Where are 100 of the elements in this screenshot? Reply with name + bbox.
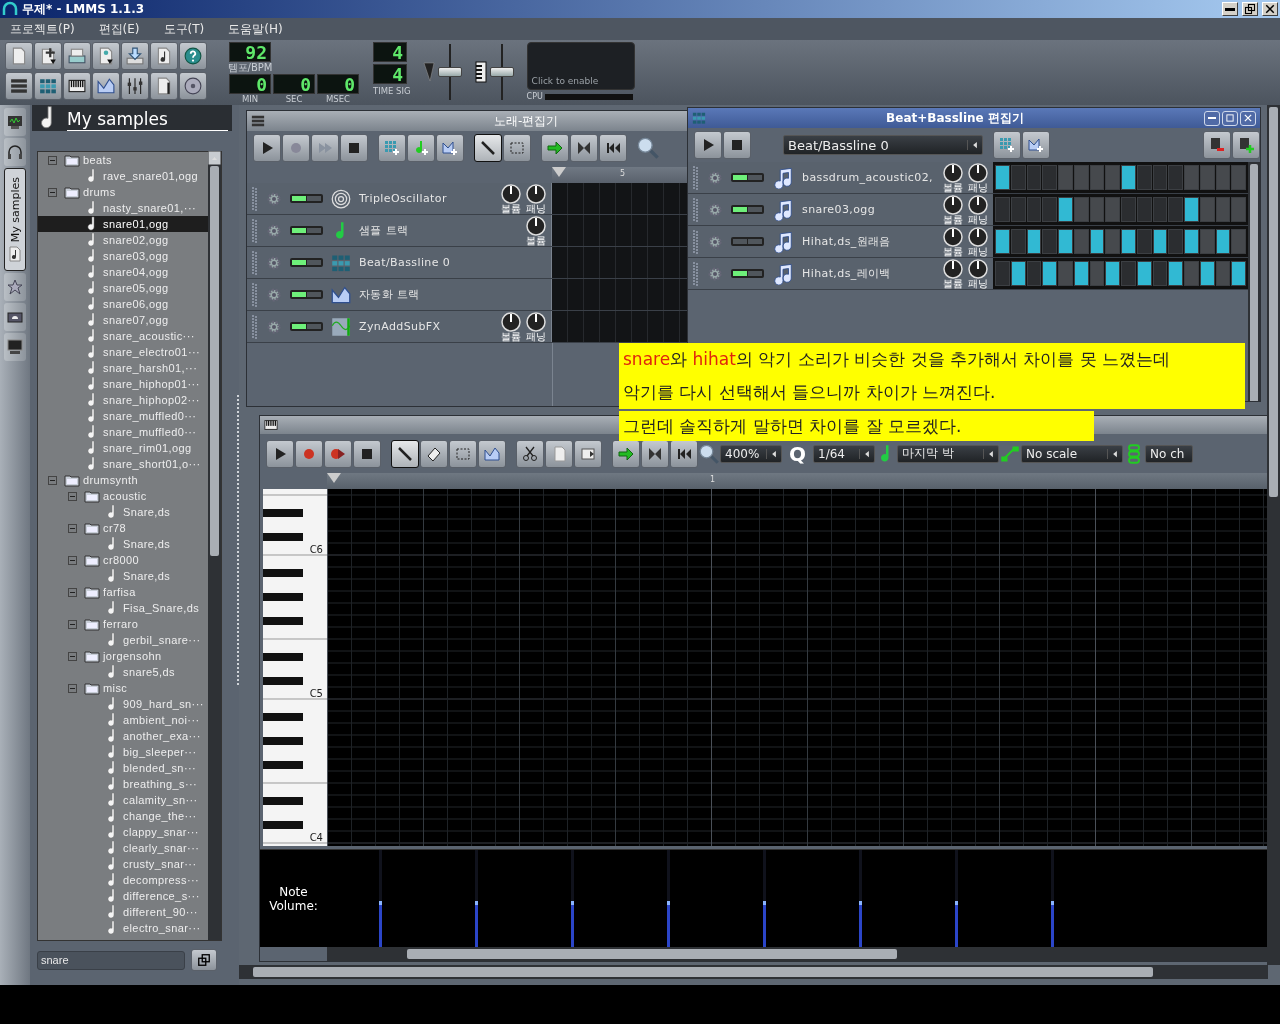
tree-item[interactable]: crusty_snar···: [38, 856, 208, 872]
tree-item[interactable]: snare5,ds: [38, 664, 208, 680]
knob-label: 볼륨: [943, 214, 963, 225]
tree-item[interactable]: beats: [38, 152, 208, 168]
tree-item[interactable]: snare_electro01···: [38, 344, 208, 360]
track-name[interactable]: Hihat,ds_원래음: [802, 234, 930, 249]
menu-item[interactable]: 도구(T): [163, 20, 205, 38]
knob-label: 패닝: [526, 203, 546, 214]
tree-item[interactable]: blended_sn···: [38, 760, 208, 776]
tree-item[interactable]: Fisa_Snare,ds: [38, 600, 208, 616]
note-volume-label: Note Volume:: [268, 884, 319, 913]
tree-item[interactable]: snare_acoustic···: [38, 328, 208, 344]
tree-item[interactable]: big_sleeper···: [38, 744, 208, 760]
knob-label: 패닝: [968, 214, 988, 225]
tree-item[interactable]: snare01,ogg: [38, 216, 208, 232]
tree-item[interactable]: snare_short01,o···: [38, 456, 208, 472]
tree-item[interactable]: cr8000: [38, 552, 208, 568]
quantize-label: Q: [788, 441, 807, 466]
tree-item[interactable]: ambient_noi···: [38, 712, 208, 728]
chord-dropdown[interactable]: No ch: [1145, 444, 1193, 463]
tree-item[interactable]: Snare,ds: [38, 536, 208, 552]
tree-item[interactable]: snare06,ogg: [38, 296, 208, 312]
knob-label: 패닝: [968, 246, 988, 257]
note-length-dropdown[interactable]: 마지막 박: [897, 444, 999, 463]
tree-item[interactable]: different_90···: [38, 904, 208, 920]
tree-item[interactable]: snare_muffled0···: [38, 424, 208, 440]
tree-item[interactable]: nasty_snare01,···: [38, 200, 208, 216]
menu-item[interactable]: 편집(E): [98, 20, 140, 38]
track-name[interactable]: 자동화 트랙: [359, 287, 420, 302]
tree-item[interactable]: snare_hiphop02···: [38, 392, 208, 408]
tree-item[interactable]: snare_hiphop01···: [38, 376, 208, 392]
tree-item[interactable]: rave_snare01,ogg: [38, 168, 208, 184]
tree-item[interactable]: snare05,ogg: [38, 280, 208, 296]
sidebar-title: My samples: [67, 108, 228, 131]
zoom-dropdown[interactable]: 400%: [720, 444, 782, 463]
tree-item[interactable]: snare_muffled0···: [38, 408, 208, 424]
tree-item[interactable]: difference_s···: [38, 888, 208, 904]
pattern-dropdown[interactable]: Beat/Bassline 0: [783, 135, 983, 155]
time-signature-display[interactable]: 4: [373, 64, 407, 84]
menu-item[interactable]: 도움말(H): [228, 20, 283, 38]
tree-item[interactable]: ferraro: [38, 616, 208, 632]
time-signature-display[interactable]: 4: [373, 42, 407, 62]
tree-item[interactable]: drums: [38, 184, 208, 200]
knob-label: 볼륨: [943, 246, 963, 257]
beat-editor-title: Beat+Bassline 편집기: [885, 109, 1025, 127]
tree-item[interactable]: calamity_sn···: [38, 792, 208, 808]
tree-item[interactable]: clappy_snar···: [38, 824, 208, 840]
track-name[interactable]: 샘플 트랙: [359, 223, 409, 238]
tree-item[interactable]: clearly_snar···: [38, 840, 208, 856]
time-signature-label: TIME SIG: [373, 86, 411, 96]
track-name[interactable]: snare03,ogg: [802, 203, 930, 216]
tree-item[interactable]: Snare,ds: [38, 504, 208, 520]
note-text: 그런데 솔직하게 말하면 차이를 잘 모르겠다.: [623, 415, 963, 438]
track-name[interactable]: TripleOscillator: [359, 192, 447, 205]
tree-item[interactable]: change_the···: [38, 808, 208, 824]
tree-item[interactable]: snare07,ogg: [38, 312, 208, 328]
sidebar-tab[interactable]: My samples: [4, 168, 26, 272]
time-label: MIN: [241, 94, 259, 104]
oscilloscope-panel[interactable]: Click to enable: [526, 42, 635, 90]
tree-item[interactable]: farfisa: [38, 584, 208, 600]
knob-label: 볼륨: [501, 331, 521, 342]
menu-item[interactable]: 프로젝트(P): [10, 20, 75, 38]
tempo-label: 템포/BPM: [227, 62, 273, 73]
time-display: 0: [273, 74, 315, 94]
search-field[interactable]: snare: [37, 950, 185, 970]
tree-item[interactable]: snare04,ogg: [38, 264, 208, 280]
key-label: C5: [309, 688, 323, 699]
tree-item[interactable]: electro_snar···: [38, 920, 208, 936]
song-editor-title: 노래-편집기: [494, 112, 559, 130]
tree-item[interactable]: Snare,ds: [38, 568, 208, 584]
knob-label: 볼륨: [526, 235, 546, 246]
knob-label: 패닝: [968, 182, 988, 193]
tree-item[interactable]: snare_rim01,ogg: [38, 440, 208, 456]
track-name[interactable]: Hihat,ds_레이백: [802, 266, 930, 281]
tree-item[interactable]: snare_harsh01,···: [38, 360, 208, 376]
tree-item[interactable]: another_exa···: [38, 728, 208, 744]
timeline-ruler[interactable]: 1: [327, 473, 1268, 489]
tree-item[interactable]: decompress···: [38, 872, 208, 888]
tempo-display[interactable]: 92: [229, 42, 271, 62]
track-name[interactable]: ZynAddSubFX: [359, 320, 441, 333]
knob-label: 볼륨: [943, 182, 963, 193]
oscilloscope-hint: Click to enable: [531, 76, 599, 86]
tree-item[interactable]: snare03,ogg: [38, 248, 208, 264]
tree-item[interactable]: breathing_s···: [38, 776, 208, 792]
tree-item[interactable]: misc: [38, 680, 208, 696]
tree-item[interactable]: jorgensohn: [38, 648, 208, 664]
tree-item[interactable]: snare02,ogg: [38, 232, 208, 248]
quantize-dropdown[interactable]: 1/64: [813, 444, 875, 463]
tree-item[interactable]: drumsynth: [38, 472, 208, 488]
tree-item[interactable]: cr78: [38, 520, 208, 536]
timeline-ruler[interactable]: 5: [552, 167, 688, 183]
scale-dropdown[interactable]: No scale: [1021, 444, 1123, 463]
window-title: 무제* - LMMS 1.1.3: [22, 0, 145, 18]
tree-item[interactable]: gerbil_snare···: [38, 632, 208, 648]
track-name[interactable]: Beat/Bassline 0: [359, 256, 451, 269]
time-label: MSEC: [325, 94, 350, 104]
tree-item[interactable]: acoustic: [38, 488, 208, 504]
tree-item[interactable]: 909_hard_sn···: [38, 696, 208, 712]
ruler-label: 5: [620, 169, 626, 178]
track-name[interactable]: bassdrum_acoustic02,: [802, 171, 930, 184]
